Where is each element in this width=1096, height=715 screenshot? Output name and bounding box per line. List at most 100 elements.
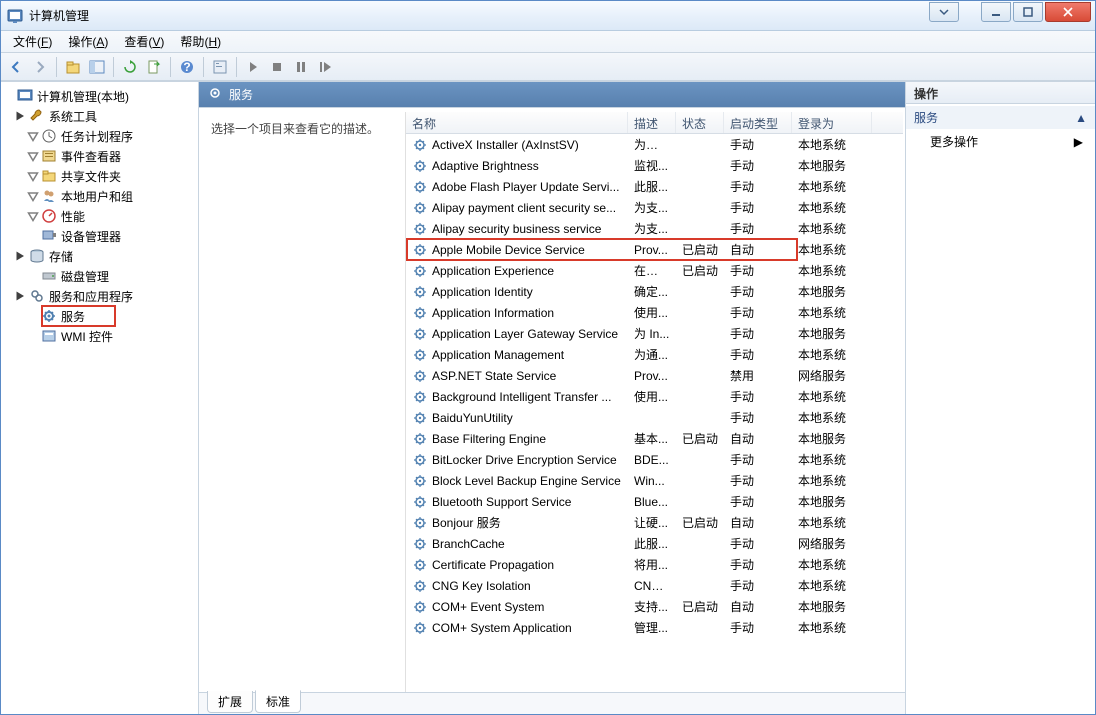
- close-button[interactable]: [1045, 2, 1091, 22]
- tree-event-viewer[interactable]: 事件查看器: [3, 146, 196, 166]
- service-row[interactable]: BranchCache此服...手动网络服务: [406, 533, 903, 554]
- tree-local-users[interactable]: 本地用户和组: [3, 186, 196, 206]
- properties-button[interactable]: [209, 56, 231, 78]
- pause-button[interactable]: [290, 56, 312, 78]
- actions-more[interactable]: 更多操作 ▶: [906, 129, 1095, 154]
- tree-shared-folders[interactable]: 共享文件夹: [3, 166, 196, 186]
- service-logon: 本地系统: [792, 619, 872, 636]
- col-header-startup[interactable]: 启动类型: [724, 112, 792, 133]
- service-logon: 本地系统: [792, 346, 872, 363]
- expander-icon[interactable]: [15, 110, 27, 122]
- service-row[interactable]: Application Information使用...手动本地系统: [406, 302, 903, 323]
- gear-icon: [412, 620, 428, 636]
- tree-root[interactable]: 计算机管理(本地): [3, 86, 196, 106]
- minimize-button[interactable]: [981, 2, 1011, 22]
- col-header-name[interactable]: 名称: [406, 112, 628, 133]
- service-desc: 为支...: [628, 220, 676, 237]
- window-dropdown-button[interactable]: [929, 2, 959, 22]
- menu-help[interactable]: 帮助(H): [172, 31, 229, 52]
- service-row[interactable]: ASP.NET State ServiceProv...禁用网络服务: [406, 365, 903, 386]
- show-hide-tree-button[interactable]: [86, 56, 108, 78]
- users-icon: [41, 188, 57, 204]
- tree-device-manager[interactable]: 设备管理器: [3, 226, 196, 246]
- col-header-logon[interactable]: 登录为: [792, 112, 872, 133]
- expander-icon[interactable]: [15, 290, 27, 302]
- service-row[interactable]: CNG Key IsolationCNG...手动本地系统: [406, 575, 903, 596]
- service-row[interactable]: Bluetooth Support ServiceBlue...手动本地服务: [406, 491, 903, 512]
- tree-panel[interactable]: 计算机管理(本地) 系统工具 任务计划程序 事件查看器 共享文件夹: [1, 82, 199, 714]
- service-row[interactable]: Application Layer Gateway Service为 In...…: [406, 323, 903, 344]
- up-button[interactable]: [62, 56, 84, 78]
- help-button[interactable]: ?: [176, 56, 198, 78]
- expander-icon[interactable]: [27, 130, 39, 142]
- refresh-button[interactable]: [119, 56, 141, 78]
- service-row[interactable]: COM+ System Application管理...手动本地系统: [406, 617, 903, 638]
- menu-file[interactable]: 文件(F): [5, 31, 60, 52]
- export-button[interactable]: [143, 56, 165, 78]
- menu-action[interactable]: 操作(A): [60, 31, 116, 52]
- tree-label: 事件查看器: [61, 148, 121, 165]
- maximize-button[interactable]: [1013, 2, 1043, 22]
- tab-strip: 扩展 标准: [199, 692, 905, 714]
- start-service-button[interactable]: [242, 56, 264, 78]
- service-startup: 自动: [724, 241, 792, 258]
- expander-icon[interactable]: [27, 150, 39, 162]
- expander-icon[interactable]: [27, 210, 39, 222]
- service-row[interactable]: Block Level Backup Engine ServiceWin...手…: [406, 470, 903, 491]
- service-name: Certificate Propagation: [432, 558, 554, 572]
- service-startup: 手动: [724, 346, 792, 363]
- menu-view[interactable]: 查看(V): [116, 31, 172, 52]
- tree-wmi[interactable]: WMI 控件: [3, 326, 196, 346]
- service-name: Application Experience: [432, 264, 554, 278]
- service-name: COM+ Event System: [432, 600, 544, 614]
- tree-services-apps[interactable]: 服务和应用程序: [3, 286, 196, 306]
- service-row[interactable]: BitLocker Drive Encryption ServiceBDE...…: [406, 449, 903, 470]
- col-header-desc[interactable]: 描述: [628, 112, 676, 133]
- tree-storage[interactable]: 存储: [3, 246, 196, 266]
- service-row[interactable]: Bonjour 服务让硬...已启动自动本地系统: [406, 512, 903, 533]
- actions-section-services[interactable]: 服务 ▲: [906, 106, 1095, 129]
- restart-button[interactable]: [314, 56, 336, 78]
- service-row[interactable]: Base Filtering Engine基本...已启动自动本地服务: [406, 428, 903, 449]
- service-row[interactable]: Alipay security business service为支...手动本…: [406, 218, 903, 239]
- service-name: Block Level Backup Engine Service: [432, 474, 621, 488]
- service-row[interactable]: BaiduYunUtility手动本地系统: [406, 407, 903, 428]
- expander-icon[interactable]: [27, 190, 39, 202]
- service-row[interactable]: Application Experience在应 ...已启动手动本地系统: [406, 260, 903, 281]
- toolbar-separator: [236, 57, 237, 77]
- wmi-icon: [41, 328, 57, 344]
- service-desc: 将用...: [628, 556, 676, 573]
- service-logon: 本地系统: [792, 136, 872, 153]
- service-row[interactable]: ActiveX Installer (AxInstSV)为从 ...手动本地系统: [406, 134, 903, 155]
- service-logon: 本地系统: [792, 472, 872, 489]
- app-icon: [7, 8, 23, 24]
- tree-disk-mgmt[interactable]: 磁盘管理: [3, 266, 196, 286]
- service-row[interactable]: Certificate Propagation将用...手动本地系统: [406, 554, 903, 575]
- col-header-status[interactable]: 状态: [676, 112, 724, 133]
- forward-button[interactable]: [29, 56, 51, 78]
- stop-button[interactable]: [266, 56, 288, 78]
- expander-icon[interactable]: [15, 250, 27, 262]
- service-row[interactable]: Application Management为通...手动本地系统: [406, 344, 903, 365]
- expander-icon[interactable]: [27, 170, 39, 182]
- tab-extended[interactable]: 扩展: [207, 691, 253, 713]
- gear-icon: [41, 308, 57, 324]
- service-row[interactable]: Adobe Flash Player Update Servi...此服...手…: [406, 176, 903, 197]
- event-icon: [41, 148, 57, 164]
- tree-system-tools[interactable]: 系统工具: [3, 106, 196, 126]
- back-button[interactable]: [5, 56, 27, 78]
- services-list[interactable]: 名称 描述 状态 启动类型 登录为 ActiveX Installer (AxI…: [405, 112, 903, 692]
- tree-performance[interactable]: 性能: [3, 206, 196, 226]
- tab-standard[interactable]: 标准: [255, 690, 301, 713]
- service-row[interactable]: Adaptive Brightness监视...手动本地服务: [406, 155, 903, 176]
- service-name: Alipay security business service: [432, 222, 601, 236]
- service-row[interactable]: Apple Mobile Device ServiceProv...已启动自动本…: [406, 239, 903, 260]
- tree-task-scheduler[interactable]: 任务计划程序: [3, 126, 196, 146]
- service-row[interactable]: COM+ Event System支持...已启动自动本地服务: [406, 596, 903, 617]
- service-row[interactable]: Application Identity确定...手动本地服务: [406, 281, 903, 302]
- service-startup: 手动: [724, 157, 792, 174]
- service-startup: 手动: [724, 199, 792, 216]
- service-row[interactable]: Background Intelligent Transfer ...使用...…: [406, 386, 903, 407]
- tree-services[interactable]: 服务: [3, 306, 196, 326]
- service-row[interactable]: Alipay payment client security se...为支..…: [406, 197, 903, 218]
